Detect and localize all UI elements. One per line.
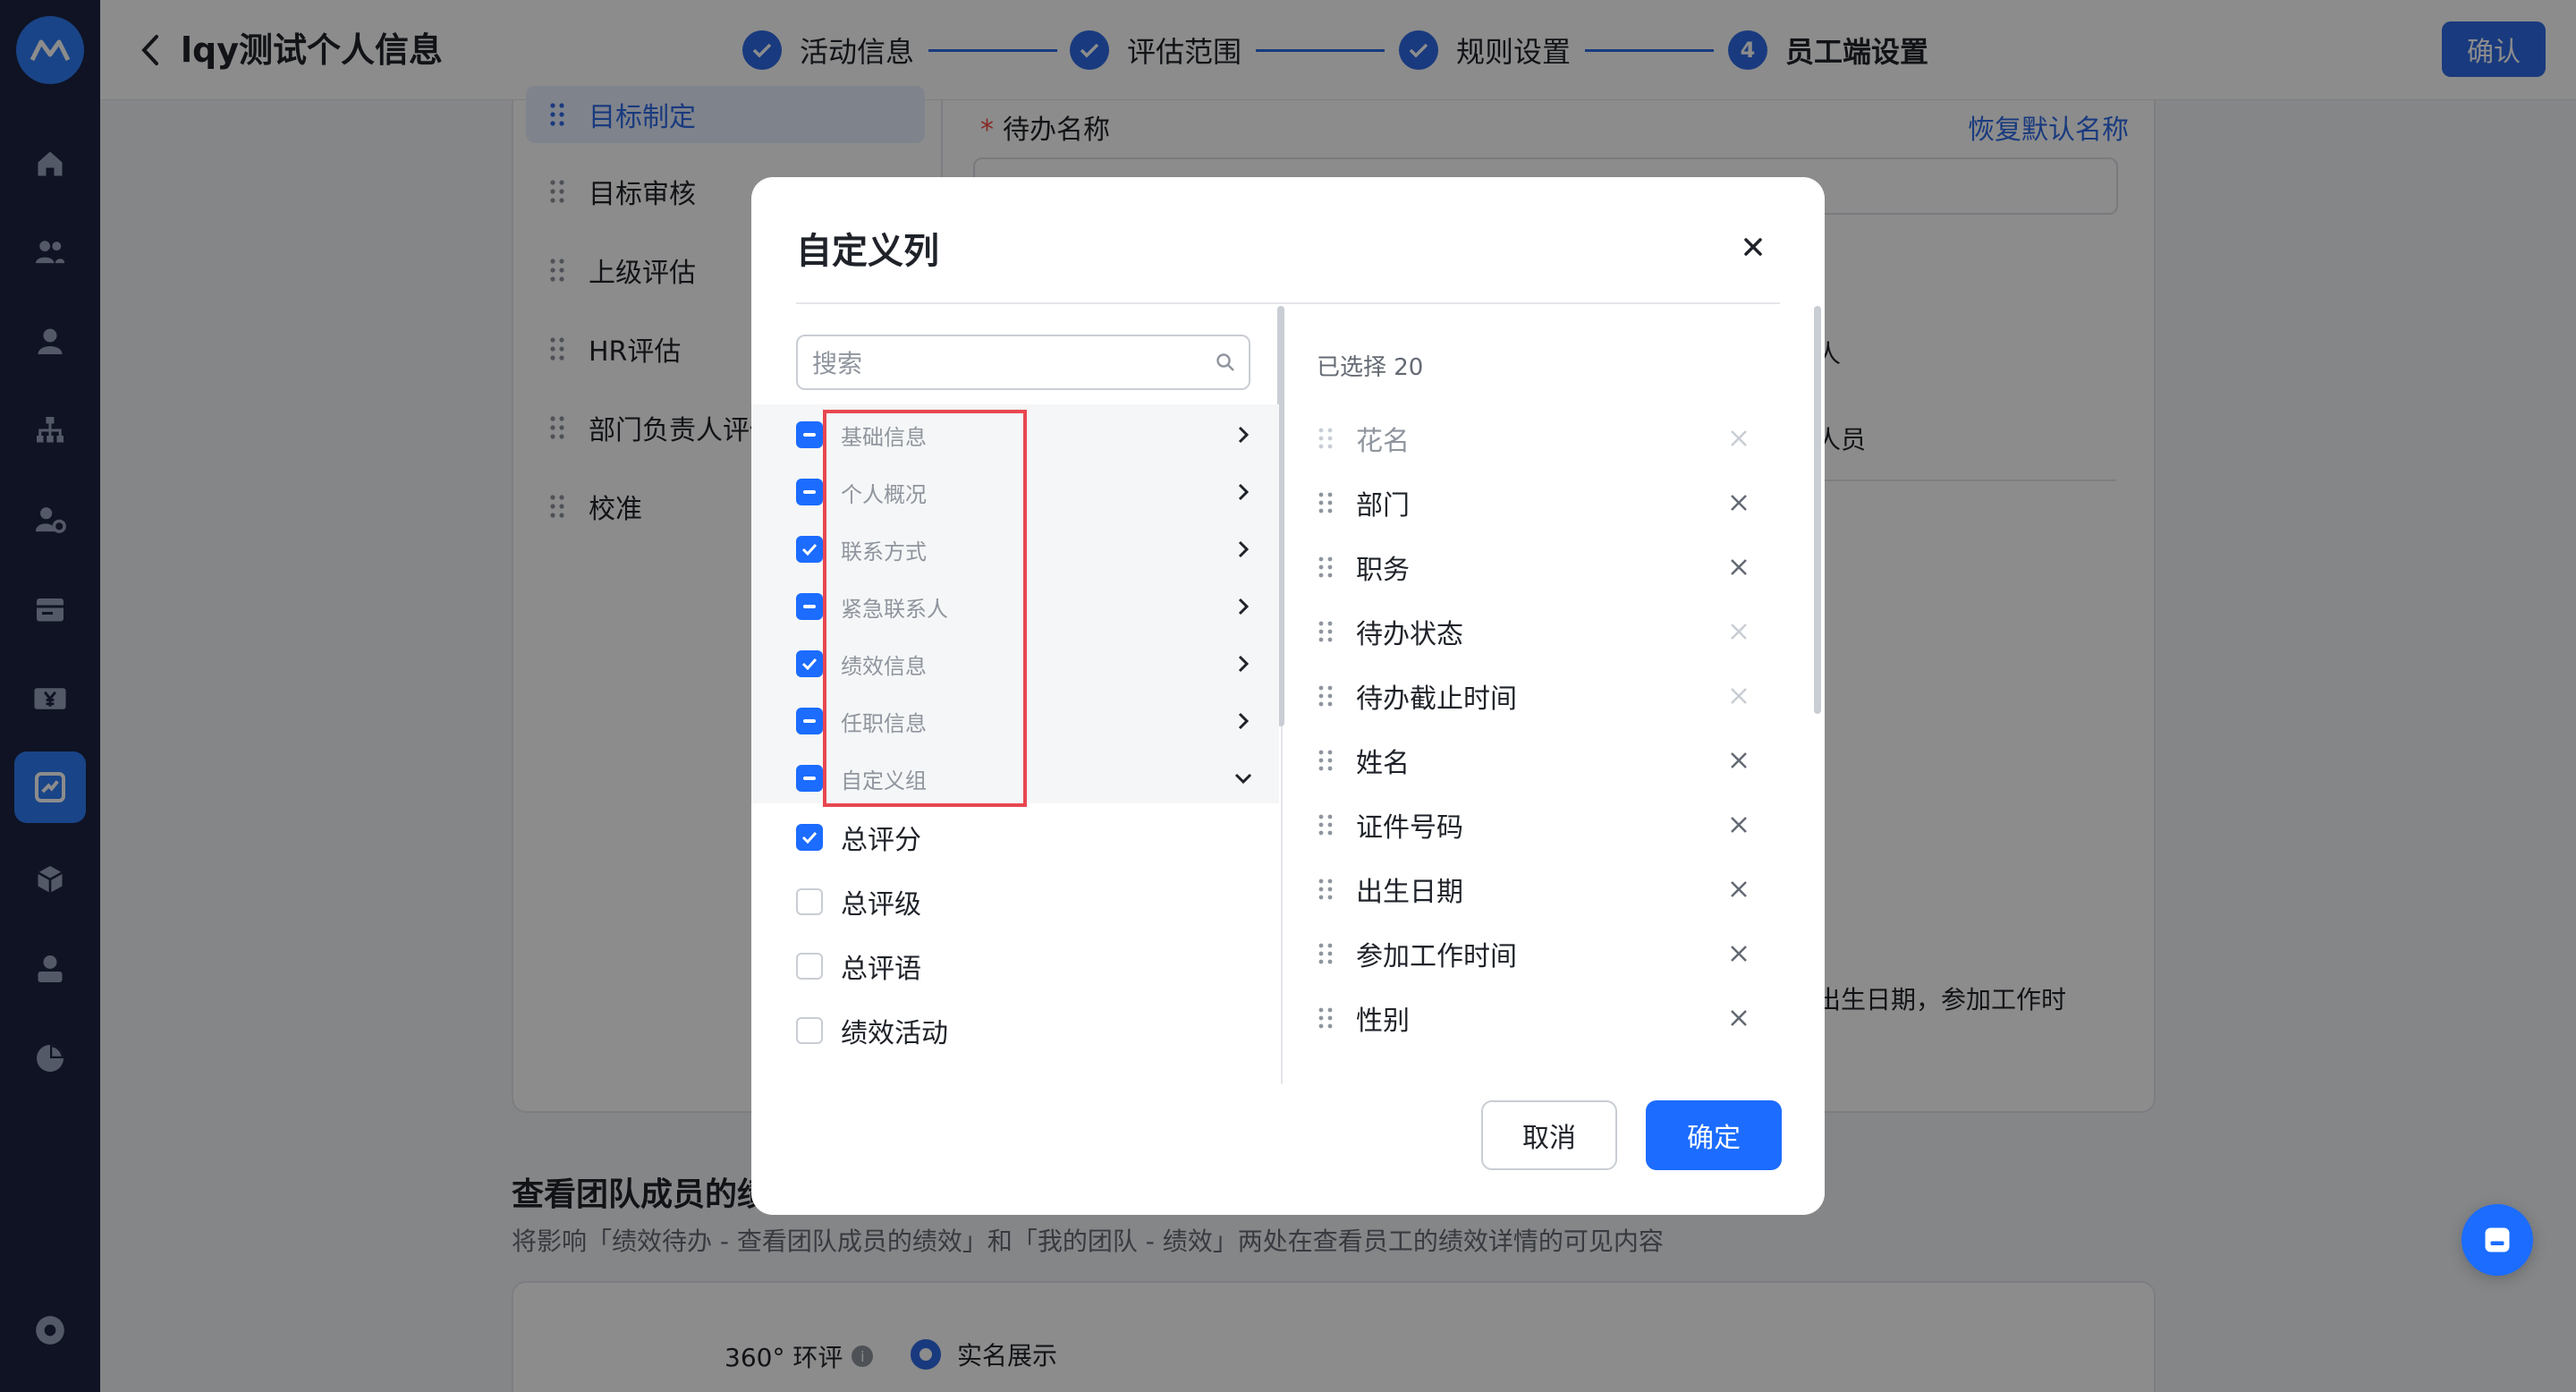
option-total-comment[interactable]: 总评语 <box>796 941 1261 991</box>
selected-item-label: 出生日期 <box>1356 877 1463 908</box>
drag-handle-icon[interactable] <box>1317 684 1335 708</box>
chevron-right-icon[interactable] <box>1234 655 1252 673</box>
drag-handle-icon[interactable] <box>1317 491 1335 514</box>
drag-handle-icon[interactable] <box>1317 813 1335 836</box>
drag-handle-icon[interactable] <box>1317 942 1335 965</box>
highlight-annotation-box <box>823 410 1027 807</box>
selected-item-label: 部门 <box>1356 490 1410 522</box>
selected-count: 已选择 20 <box>1317 354 1424 381</box>
checkbox-checked[interactable] <box>796 536 823 563</box>
remove-icon[interactable] <box>1728 1007 1750 1029</box>
remove-icon[interactable] <box>1728 943 1750 964</box>
checkbox-checked[interactable] <box>796 824 823 851</box>
selected-item[interactable]: 部门 <box>1317 478 1771 528</box>
selected-item-label: 证件号码 <box>1356 812 1463 844</box>
selected-item[interactable]: 出生日期 <box>1317 864 1771 914</box>
drag-handle-icon[interactable] <box>1317 1006 1335 1030</box>
option-label: 总评分 <box>841 825 921 856</box>
remove-icon[interactable] <box>1728 685 1750 707</box>
drag-handle-icon[interactable] <box>1317 620 1335 643</box>
selected-item-label: 性别 <box>1356 1006 1410 1037</box>
checkbox-partial[interactable] <box>796 765 823 792</box>
checkbox-partial[interactable] <box>796 479 823 505</box>
selected-item-label: 待办截止时间 <box>1356 683 1517 715</box>
drag-handle-icon[interactable] <box>1317 749 1335 772</box>
selected-item-label: 职务 <box>1356 555 1410 586</box>
chevron-down-icon[interactable] <box>1234 769 1252 787</box>
option-label: 绩效活动 <box>841 1018 948 1049</box>
chevron-right-icon[interactable] <box>1234 483 1252 501</box>
selected-item-label: 参加工作时间 <box>1356 941 1517 972</box>
option-label: 总评语 <box>841 954 921 985</box>
remove-icon[interactable] <box>1728 621 1750 642</box>
remove-icon[interactable] <box>1728 428 1750 449</box>
chevron-right-icon[interactable] <box>1234 598 1252 615</box>
option-label: 总评级 <box>841 889 921 921</box>
selected-item[interactable]: 待办状态 <box>1317 607 1771 657</box>
checkbox-unchecked[interactable] <box>796 1017 823 1044</box>
floating-chat-button[interactable] <box>2462 1204 2533 1276</box>
option-total-score[interactable]: 总评分 <box>796 812 1261 862</box>
close-icon[interactable] <box>1737 231 1769 263</box>
search-placeholder: 搜索 <box>812 349 863 378</box>
drag-handle-icon[interactable] <box>1317 427 1335 450</box>
checkbox-partial[interactable] <box>796 708 823 734</box>
checkbox-unchecked[interactable] <box>796 953 823 980</box>
checkbox-partial[interactable] <box>796 421 823 448</box>
option-performance-activity[interactable]: 绩效活动 <box>796 1006 1261 1056</box>
remove-icon[interactable] <box>1728 556 1750 578</box>
selected-item[interactable]: 待办截止时间 <box>1317 671 1771 721</box>
remove-icon[interactable] <box>1728 492 1750 514</box>
checkbox-unchecked[interactable] <box>796 888 823 915</box>
drag-handle-icon[interactable] <box>1317 878 1335 901</box>
remove-icon[interactable] <box>1728 750 1750 771</box>
chevron-right-icon[interactable] <box>1234 712 1252 730</box>
selected-item[interactable]: 职务 <box>1317 542 1771 592</box>
chat-icon <box>2485 1227 2510 1252</box>
cancel-button[interactable]: 取消 <box>1481 1100 1617 1170</box>
checkbox-partial[interactable] <box>796 593 823 620</box>
dialog-divider <box>796 302 1780 304</box>
selected-item[interactable]: 证件号码 <box>1317 800 1771 850</box>
search-icon <box>1216 353 1234 371</box>
selected-item-label: 姓名 <box>1356 748 1410 779</box>
selected-item-label: 花名 <box>1356 426 1410 457</box>
checkbox-checked[interactable] <box>796 650 823 677</box>
selected-item[interactable]: 参加工作时间 <box>1317 929 1771 979</box>
option-total-grade[interactable]: 总评级 <box>796 877 1261 927</box>
selected-item[interactable]: 姓名 <box>1317 735 1771 785</box>
remove-icon[interactable] <box>1728 878 1750 900</box>
selected-item[interactable]: 花名 <box>1317 413 1771 463</box>
ok-button[interactable]: 确定 <box>1646 1100 1782 1170</box>
remove-icon[interactable] <box>1728 814 1750 836</box>
drag-handle-icon[interactable] <box>1317 556 1335 579</box>
chevron-right-icon[interactable] <box>1234 540 1252 558</box>
search-input[interactable]: 搜索 <box>796 335 1250 390</box>
selected-item-label: 待办状态 <box>1356 619 1463 650</box>
dialog-title: 自定义列 <box>796 231 939 272</box>
selected-item[interactable]: 性别 <box>1317 993 1771 1043</box>
chevron-right-icon[interactable] <box>1234 426 1252 444</box>
right-scrollbar[interactable] <box>1814 306 1821 714</box>
